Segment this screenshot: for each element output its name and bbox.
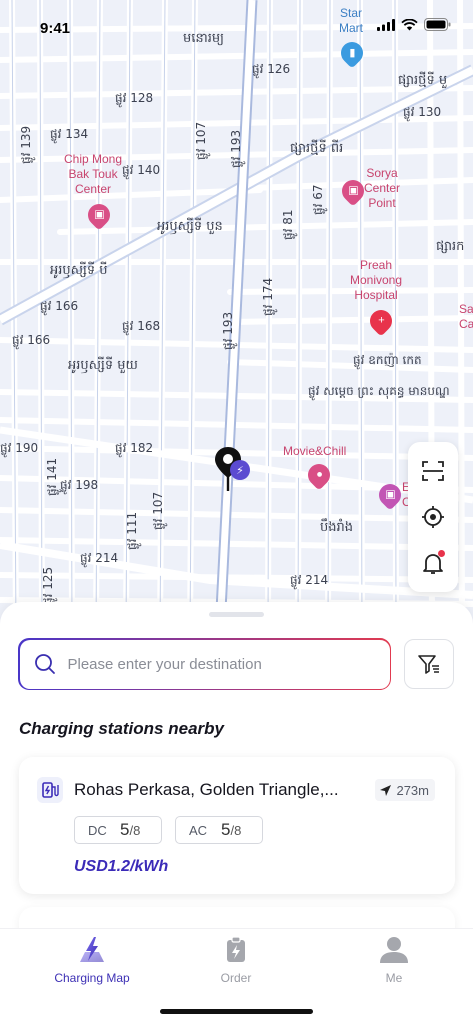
tab-charging-map[interactable]: Charging Map [32,935,152,985]
tab-label: Charging Map [54,971,130,985]
status-bar: 9:41 [0,0,473,50]
street-label: ផ្លូវ 107 [151,491,165,530]
street-label: ផ្លូវ សម្ដេច ព្រះ សុគន្ធ មានបណ្ឌ [308,384,450,398]
station-name: Rohas Perkasa, Golden Triangle,... [74,780,339,799]
poi-label-chip-mong: Chip Mong Bak Touk Center [64,152,123,196]
street-label: ផ្លូវ 166 [12,333,51,347]
battery-icon [424,18,451,31]
street-label: ផ្លូវ 168 [122,319,161,333]
scan-button[interactable] [415,453,451,489]
ac-availability: AC 5 /8 [175,816,263,844]
street-label: ផ្លូវ 182 [115,441,154,455]
notification-badge [438,550,445,557]
street-label: ផ្សារថ្មីទី ពីរ [290,141,344,156]
navigation-arrow-icon [380,784,392,796]
ac-total: /8 [230,822,242,838]
street-label: ផ្លូវ 141 [45,457,59,496]
street-label: ផ្លូវ 125 [41,566,55,605]
map-tools-panel [408,442,458,592]
street-label: ផ្សារក [436,239,465,254]
dc-total: /8 [129,822,141,838]
street-label: ផ្លូវ 166 [40,299,79,313]
charging-pile-icon [37,777,63,803]
street-label: ផ្លូវ 139 [19,125,33,164]
tab-order[interactable]: Order [176,935,296,985]
street-label: បឹងរាំង [320,520,354,535]
filter-button[interactable] [404,639,454,689]
street-label: ផ្លូវ 140 [122,163,161,177]
locate-button[interactable] [415,499,451,535]
distance-value: 273m [396,782,429,798]
street-label: ផ្លូវ 67 [311,184,325,215]
street-label: ផ្លូវ 107 [194,121,208,160]
street-label: អូរឫស្សីទី បី [50,263,108,278]
street-label: ផ្លូវ 128 [115,91,154,105]
station-card[interactable]: Rohas Perkasa, Golden Triangle,... 273m … [19,757,455,894]
map-view[interactable]: មនោរម្យ ផ្លូវ 126 ផ្លូវ 128 ផ្លូវ 134 ផ្… [0,0,473,630]
home-indicator [160,1009,313,1014]
station-price: USD1.2/kWh [74,858,169,875]
search-icon [34,654,55,674]
street-label: ផ្លូវ 126 [252,62,291,76]
order-icon [227,936,245,962]
street-label: ផ្លូវ 174 [261,277,275,316]
filter-icon [418,655,439,674]
distance-badge: 273m [375,779,435,801]
notification-button[interactable] [415,545,451,581]
ac-label: AC [189,822,208,838]
tab-bar: Charging Map Order Me [0,928,473,1024]
status-icons [377,18,451,31]
charging-station-marker-icon[interactable]: ⚡ [230,460,250,480]
street-label: ផ្លូវ 81 [281,209,295,240]
status-time: 9:41 [40,20,71,37]
bottom-sheet: Charging stations nearby Rohas Perkasa, … [0,602,473,947]
sheet-drag-handle[interactable] [209,612,264,617]
locate-icon [422,506,444,528]
street-label: ផ្លូវ 193 [221,311,235,350]
street-label: ផ្លូវ 111 [125,511,139,550]
destination-input[interactable] [67,655,368,673]
search-box[interactable] [18,638,391,690]
poi-label-movie-chill: Movie&Chill [283,444,347,458]
street-label: ផ្លូវ 214 [290,573,329,587]
dc-availability: DC 5 /8 [74,816,162,844]
signal-icon [377,18,395,31]
tab-me[interactable]: Me [334,935,454,985]
street-label: ផ្លូវ 193 [229,129,243,168]
poi-label-sorya: Sorya Center Point [364,166,401,210]
street-label: អូរឫស្សីទី មួយ [68,358,138,373]
street-label: អូរឫស្សីទី បួន [157,219,223,234]
wifi-icon [401,18,418,30]
street-label: ផ្លូវ 190 [0,441,39,455]
street-label: ផ្លូវ 130 [403,105,442,119]
tab-label: Me [385,971,403,985]
street-label: ផ្លូវ ឧកញ៉ា កេត [353,353,422,367]
tab-label: Order [220,971,252,985]
person-icon [380,937,408,963]
dc-label: DC [88,822,107,838]
street-label: ផ្លូវ 198 [60,478,99,492]
dc-available: 5 [120,820,130,839]
ac-available: 5 [221,820,231,839]
poi-label-preah-monivong: Preah Monivong Hospital [350,258,403,302]
street-label: ផ្លូវ 134 [50,127,89,141]
charging-map-icon [80,937,104,962]
poi-label-sa-ca: Sa Ca [459,302,473,331]
street-label: ផ្សារថ្មីទី មួ [398,73,448,88]
street-label: ផ្លូវ 214 [80,551,119,565]
scan-icon [422,461,444,481]
nearby-section-title: Charging stations nearby [19,719,224,738]
